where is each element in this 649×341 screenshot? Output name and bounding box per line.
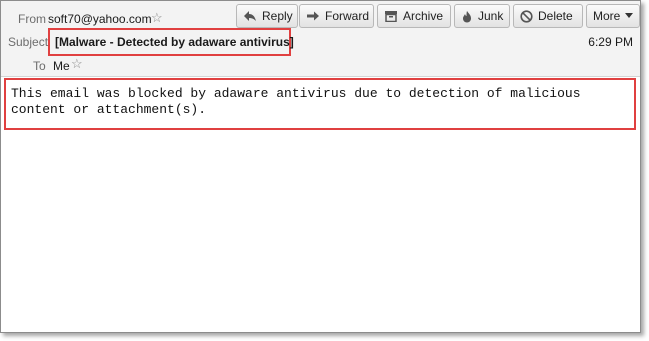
to-recipient[interactable]: Me: [53, 59, 70, 73]
forward-icon: [306, 10, 320, 22]
reply-icon: [243, 10, 257, 22]
star-icon[interactable]: ☆: [151, 10, 163, 26]
more-label: More: [593, 9, 621, 23]
to-label: To: [33, 59, 46, 73]
star-icon[interactable]: ☆: [71, 56, 83, 72]
forward-label: Forward: [325, 9, 370, 23]
message-body: This email was blocked by adaware antivi…: [11, 86, 581, 117]
reply-button[interactable]: Reply: [236, 4, 298, 28]
delete-label: Delete: [538, 9, 573, 23]
from-address[interactable]: soft70@yahoo.com: [48, 12, 152, 26]
more-button[interactable]: More: [586, 4, 640, 28]
no-sign-icon: [520, 9, 533, 23]
archive-icon: [384, 10, 398, 22]
junk-label: Junk: [478, 9, 504, 23]
subject-text: [Malware - Detected by adaware antivirus…: [55, 35, 294, 49]
forward-button[interactable]: Forward: [299, 4, 374, 28]
junk-icon: [461, 10, 473, 23]
delete-button[interactable]: Delete: [513, 4, 583, 28]
dropdown-triangle-icon: [625, 13, 634, 19]
subject-label: Subject: [8, 35, 49, 49]
archive-button[interactable]: Archive: [377, 4, 451, 28]
subject-highlight: [Malware - Detected by adaware antivirus…: [48, 28, 294, 56]
message-body-highlight: This email was blocked by adaware antivi…: [4, 78, 636, 130]
archive-label: Archive: [403, 9, 444, 23]
junk-button[interactable]: Junk: [454, 4, 510, 28]
message-header: From soft70@yahoo.com ☆ Subject [Malware…: [1, 1, 640, 77]
email-window: From soft70@yahoo.com ☆ Subject [Malware…: [0, 0, 641, 333]
from-label: From: [18, 12, 46, 26]
reply-label: Reply: [262, 9, 293, 23]
message-time: 6:29 PM: [588, 35, 633, 49]
